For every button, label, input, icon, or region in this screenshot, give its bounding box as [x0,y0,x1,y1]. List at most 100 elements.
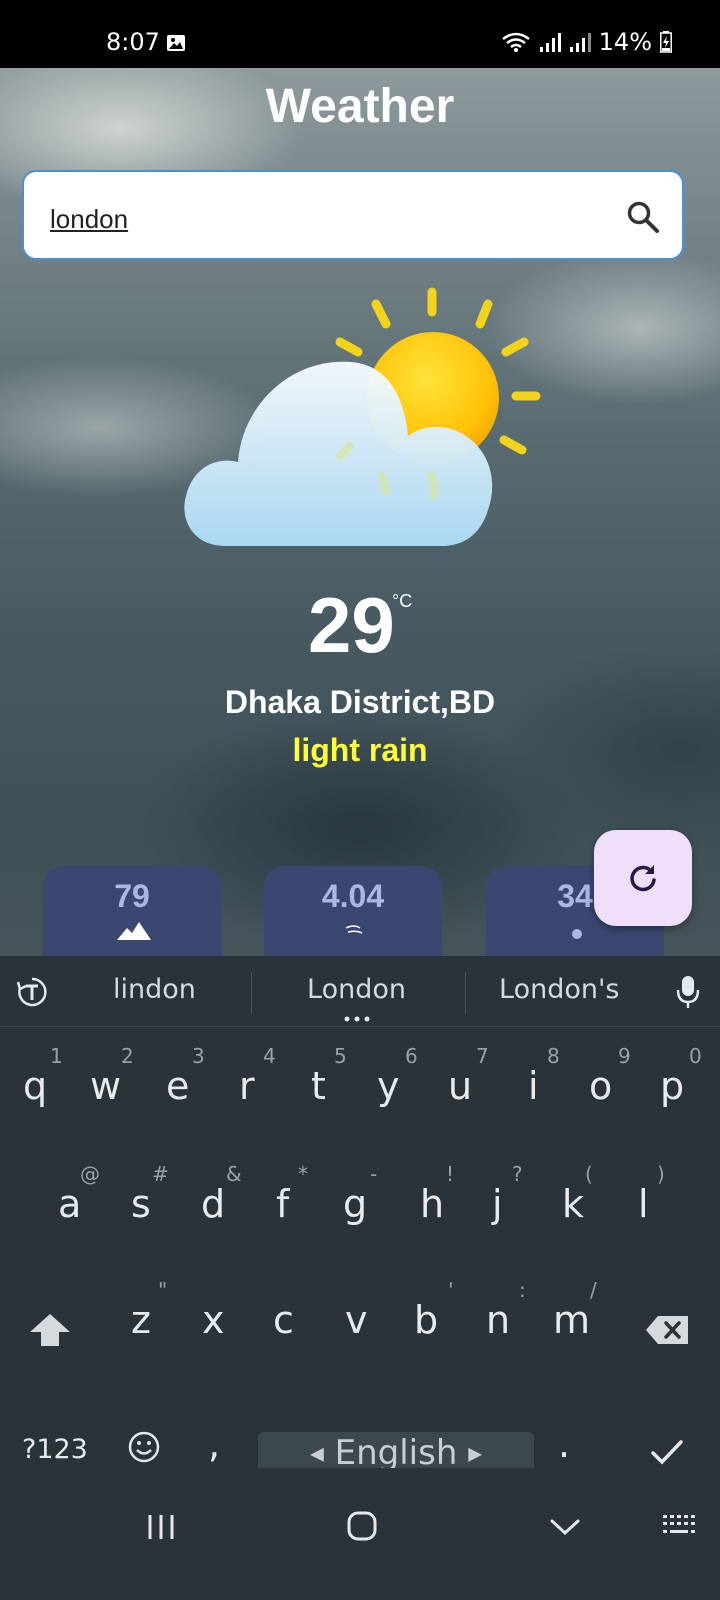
weather-app: Weather london 29 °C Dhaka District,BD l… [0,68,720,956]
app-title: Weather [265,80,455,133]
suggestion-2[interactable]: London [307,974,406,1005]
backspace-icon[interactable] [644,1314,690,1346]
keyboard-hide-icon[interactable] [662,1514,698,1538]
key-hint: ) [657,1162,665,1186]
suggestion-divider [251,972,252,1014]
signal-icon [569,33,591,52]
navigation-bar [0,1468,720,1600]
suggestion-1[interactable]: lindon [113,974,196,1005]
status-time: 8:07 [106,28,160,56]
key-b[interactable]: b [414,1298,438,1342]
arrow-left-icon: ◀ [309,1443,324,1465]
key-p[interactable]: p [660,1064,684,1108]
key-t[interactable]: t [311,1064,326,1108]
checkmark-icon[interactable] [650,1438,684,1466]
search-icon[interactable] [626,200,660,234]
key-a[interactable]: a [58,1182,81,1226]
key-n[interactable]: n [486,1298,510,1342]
status-right: 14% [501,28,672,56]
key-hint: 6 [405,1044,418,1068]
suggestion-bar: lindon London London's [0,956,720,1027]
key-hint: @ [80,1162,100,1186]
key-q[interactable]: q [23,1064,47,1108]
image-icon [167,35,185,51]
key-hint: 0 [689,1044,702,1068]
key-hint: ' [448,1278,454,1302]
signal-icon [539,33,561,52]
key-hint: * [298,1162,308,1186]
key-hint: 2 [121,1044,134,1068]
shift-icon[interactable] [28,1312,72,1348]
humidity-value: 79 [114,878,150,914]
key-x[interactable]: x [202,1298,225,1342]
search-input-value[interactable]: london [50,204,128,235]
key-hint: 9 [618,1044,631,1068]
temperature-value: 29 [308,581,395,669]
comma-key[interactable]: , [208,1422,220,1466]
battery-charging-icon [660,31,672,53]
wind-value: 4.04 [321,878,385,914]
key-e[interactable]: e [166,1064,189,1108]
battery-text: 14% [598,28,652,56]
key-hint: : [519,1278,526,1302]
key-i[interactable]: i [528,1064,539,1108]
key-hint: 3 [192,1044,205,1068]
key-d[interactable]: d [201,1182,225,1226]
partly-cloudy-rain-icon [184,287,541,546]
search-input[interactable]: london [22,170,684,260]
key-w[interactable]: w [90,1064,121,1108]
status-bar: 8:07 14% [0,0,720,68]
period-key[interactable]: . [558,1422,570,1466]
text-style-icon[interactable] [16,976,48,1008]
key-hint: 1 [50,1044,63,1068]
key-h[interactable]: h [420,1182,444,1226]
mountain-icon [117,922,151,940]
key-hint: ( [585,1162,593,1186]
emoji-icon[interactable] [127,1430,161,1464]
location-name: Dhaka District,BD [224,684,496,720]
key-j[interactable]: j [492,1182,503,1226]
microphone-icon[interactable] [676,974,700,1010]
drop-icon [572,929,582,939]
key-hint: 4 [263,1044,276,1068]
key-z[interactable]: z [131,1298,151,1342]
key-hint: 5 [334,1044,347,1068]
key-m[interactable]: m [553,1298,590,1342]
symbols-key[interactable]: ?123 [22,1434,88,1465]
wind-icon [345,925,363,934]
temperature-unit: °C [392,591,413,611]
key-hint: 8 [547,1044,560,1068]
key-u[interactable]: u [448,1064,472,1108]
key-k[interactable]: k [562,1182,584,1226]
key-g[interactable]: g [343,1182,367,1226]
suggestion-divider [465,972,466,1014]
weather-description: light rain [292,732,428,768]
key-hint: " [158,1278,168,1302]
wifi-icon [501,32,530,52]
key-hint: / [590,1278,597,1302]
back-chevron-icon[interactable] [550,1518,580,1536]
humidity-card: 79 [43,866,221,956]
refresh-button[interactable] [594,830,692,926]
space-bar-label: English [334,1433,458,1473]
key-v[interactable]: v [345,1298,368,1342]
key-hint: 7 [476,1044,489,1068]
key-l[interactable]: l [638,1182,649,1226]
more-suggestions-icon[interactable] [344,1016,370,1022]
key-hint: # [152,1162,169,1186]
key-hint: - [370,1162,378,1186]
key-r[interactable]: r [239,1064,255,1108]
key-hint: & [226,1162,242,1186]
suggestion-3[interactable]: London's [499,974,619,1005]
key-o[interactable]: o [589,1064,612,1108]
key-y[interactable]: y [377,1064,400,1108]
key-f[interactable]: f [276,1182,289,1226]
wind-card: 4.04 [264,866,442,956]
home-icon[interactable] [346,1510,378,1542]
key-c[interactable]: c [273,1298,294,1342]
recent-apps-icon[interactable] [146,1512,176,1542]
key-s[interactable]: s [131,1182,151,1226]
keyboard: lindon London London's 1 q 2 w 3 e 4 r 5… [0,956,720,1474]
key-hint: ! [446,1162,455,1186]
key-hint: ? [512,1162,523,1186]
